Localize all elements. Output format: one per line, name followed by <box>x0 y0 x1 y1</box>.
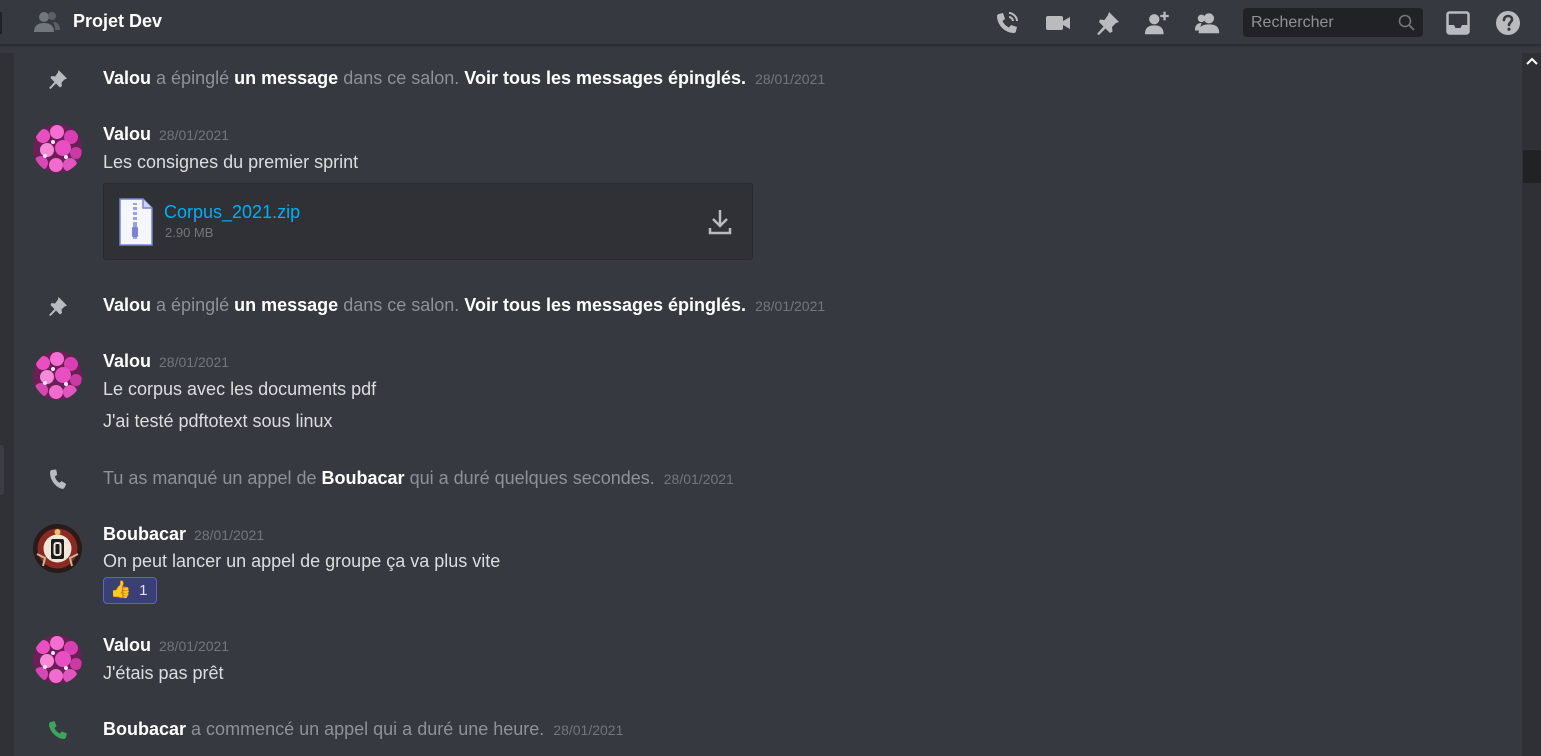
message-content: Le corpus avec les documents pdf <box>103 379 377 399</box>
actor-name[interactable]: Boubacar <box>103 719 186 739</box>
message-content: Les consignes du premier sprint <box>103 152 359 172</box>
system-message-call: Boubacar a commencé un appel qui a duré … <box>0 716 1500 746</box>
actor-name[interactable]: Valou <box>103 295 151 315</box>
timestamp: 28/01/2021 <box>194 527 265 543</box>
system-text: Tu as manqué un appel de <box>103 468 317 488</box>
avatar-valou[interactable] <box>33 635 82 684</box>
system-text: a épinglé <box>156 68 230 88</box>
scroll-up-icon[interactable] <box>1525 55 1539 69</box>
sidebar-edge <box>0 12 2 34</box>
timestamp: 28/01/2021 <box>663 471 734 487</box>
system-text: a épinglé <box>156 295 230 315</box>
file-size: 2.90 MB <box>165 225 214 240</box>
search-box[interactable] <box>1243 8 1423 37</box>
pin-icon <box>49 297 67 316</box>
avatar-valou[interactable] <box>33 124 82 173</box>
download-icon[interactable] <box>707 208 733 236</box>
avatar-boubacar[interactable] <box>33 524 82 573</box>
file-attachment: Corpus_2021.zip 2.90 MB <box>103 183 753 260</box>
timestamp: 28/01/2021 <box>159 354 230 370</box>
channel-header: Projet Dev <box>0 0 1541 45</box>
reaction-count: 1 <box>139 582 148 599</box>
view-pinned-link[interactable]: Voir tous les messages épinglés. <box>464 68 746 88</box>
channel-title: Projet Dev <box>73 11 163 31</box>
system-text: dans ce salon. <box>343 68 460 88</box>
author-name[interactable]: Boubacar <box>103 524 186 544</box>
message-content: J'ai testé pdftotext sous linux <box>103 411 333 431</box>
timestamp: 28/01/2021 <box>159 127 230 143</box>
system-message-missed-call: Tu as manqué un appel de Boubacar qui a … <box>0 465 1500 495</box>
thumbs-up-emoji: 👍 <box>110 580 132 600</box>
pin-icon[interactable] <box>1094 9 1122 37</box>
system-text: a commencé un appel qui a duré une heure… <box>191 719 545 739</box>
call-icon <box>49 721 67 739</box>
missed-call-icon <box>50 469 67 489</box>
actor-name[interactable]: Valou <box>103 68 151 88</box>
message-content: On peut lancer un appel de groupe ça va … <box>103 551 501 571</box>
zip-file-icon <box>119 198 153 246</box>
pinned-message-link[interactable]: un message <box>234 68 338 88</box>
group-icon <box>34 12 60 32</box>
timestamp: 28/01/2021 <box>755 71 826 87</box>
pinned-message-link[interactable]: un message <box>234 295 338 315</box>
video-call-icon[interactable] <box>1044 9 1072 37</box>
help-icon[interactable] <box>1494 9 1522 37</box>
actor-name[interactable]: Boubacar <box>322 468 405 488</box>
scrollbar-thumb[interactable] <box>1523 150 1541 183</box>
members-icon[interactable] <box>1194 9 1222 37</box>
view-pinned-link[interactable]: Voir tous les messages épinglés. <box>464 295 746 315</box>
message-content: J'étais pas prêt <box>103 663 224 683</box>
author-name[interactable]: Valou <box>103 124 151 144</box>
author-name[interactable]: Valou <box>103 635 151 655</box>
search-icon[interactable] <box>1398 14 1415 31</box>
system-text: dans ce salon. <box>343 295 460 315</box>
system-message-pin: Valou a épinglé un message dans ce salon… <box>0 65 1500 95</box>
search-input[interactable] <box>1243 8 1393 37</box>
pin-icon <box>49 70 67 89</box>
sidebar-sliver <box>0 53 14 756</box>
timestamp: 28/01/2021 <box>553 722 624 738</box>
reaction-thumbs-up[interactable]: 👍 1 <box>103 577 157 604</box>
system-message-pin: Valou a épinglé un message dans ce salon… <box>0 292 1500 322</box>
voice-call-icon[interactable] <box>993 9 1021 37</box>
system-text: qui a duré quelques secondes. <box>409 468 655 488</box>
inbox-icon[interactable] <box>1444 9 1472 37</box>
avatar-valou[interactable] <box>33 351 82 400</box>
file-name-link[interactable]: Corpus_2021.zip <box>164 202 300 223</box>
timestamp: 28/01/2021 <box>755 298 826 314</box>
timestamp: 28/01/2021 <box>159 638 230 654</box>
author-name[interactable]: Valou <box>103 351 151 371</box>
add-member-icon[interactable] <box>1144 9 1172 37</box>
